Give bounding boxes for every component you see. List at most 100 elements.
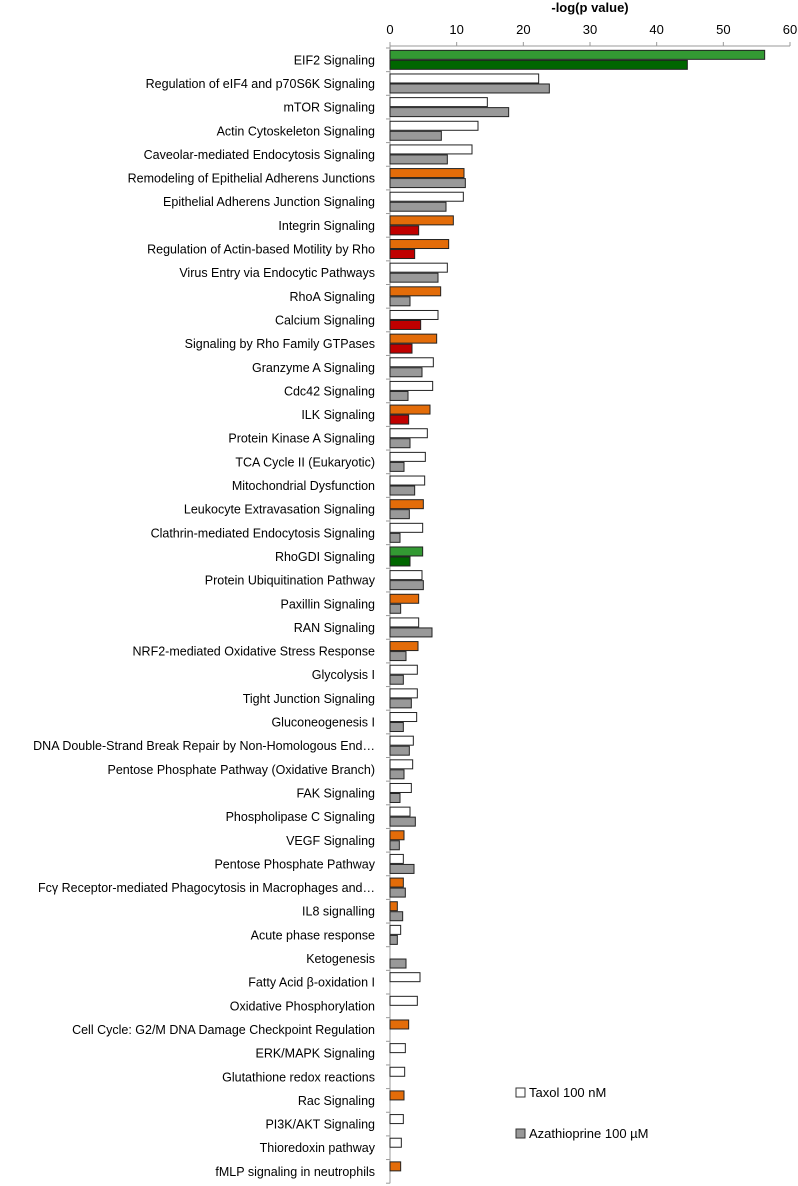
bar-azathioprine — [389, 485, 416, 496]
category-label: IL8 signalling — [302, 905, 375, 919]
x-tick-label: 50 — [716, 22, 730, 37]
category-label: EIF2 Signaling — [294, 53, 375, 67]
bar-taxol — [389, 73, 540, 84]
category-label: Ketogenesis — [306, 952, 375, 966]
category-label: RhoA Signaling — [290, 290, 376, 304]
category-label: NRF2-mediated Oxidative Stress Response — [133, 645, 376, 659]
category-label: PI3K/AKT Signaling — [265, 1118, 375, 1132]
category-label: Fcγ Receptor-mediated Phagocytosis in Ma… — [38, 881, 375, 895]
category-label: Paxillin Signaling — [280, 597, 375, 611]
category-label: Thioredoxin pathway — [260, 1141, 376, 1155]
x-axis-title: -log(p value) — [551, 0, 628, 15]
category-label: Protein Ubiquitination Pathway — [205, 574, 376, 588]
bar-taxol — [389, 806, 411, 817]
bar-taxol — [389, 144, 473, 155]
bar-taxol — [389, 191, 464, 202]
bar-taxol — [389, 1019, 410, 1030]
category-label: Mitochondrial Dysfunction — [232, 479, 375, 493]
bar-azathioprine — [389, 178, 466, 189]
bar-taxol — [389, 262, 448, 273]
bar-azathioprine — [389, 319, 422, 330]
category-label: Virus Entry via Endocytic Pathways — [179, 266, 375, 280]
category-label: VEGF Signaling — [286, 834, 375, 848]
bar-azathioprine — [389, 816, 416, 827]
category-label: Signaling by Rho Family GTPases — [185, 337, 375, 351]
bar-taxol — [389, 688, 418, 699]
bar-taxol — [389, 333, 438, 344]
bar-taxol — [389, 972, 421, 983]
bar-azathioprine — [389, 745, 410, 756]
category-label: DNA Double-Strand Break Repair by Non-Ho… — [33, 739, 375, 753]
bar-azathioprine — [389, 438, 411, 449]
bar-azathioprine — [389, 958, 407, 969]
category-label: Tight Junction Signaling — [243, 692, 375, 706]
bar-azathioprine — [389, 651, 407, 662]
bar-azathioprine — [389, 201, 447, 212]
bar-azathioprine — [389, 698, 412, 709]
x-axis: 0 10 20 30 40 50 60 — [386, 22, 797, 47]
bar-azathioprine — [389, 934, 398, 945]
category-label: Clathrin-mediated Endocytosis Signaling — [151, 526, 375, 540]
bar-azathioprine — [389, 532, 401, 543]
bar-azathioprine — [389, 367, 423, 378]
bar-taxol — [389, 499, 424, 510]
bar-azathioprine — [389, 249, 416, 260]
bar-taxol — [389, 853, 404, 864]
y-axis — [386, 46, 391, 1184]
legend-swatch-azathioprine — [515, 1128, 526, 1139]
bar-taxol — [389, 428, 428, 439]
category-label: mTOR Signaling — [284, 101, 376, 115]
bar-taxol — [389, 901, 398, 912]
bar-taxol — [389, 215, 454, 226]
category-label: Actin Cytoskeleton Signaling — [217, 124, 375, 138]
category-labels: EIF2 Signaling Regulation of eIF4 and p70… — [33, 53, 376, 1179]
bar-azathioprine — [389, 343, 413, 354]
category-label: fMLP signaling in neutrophils — [215, 1165, 375, 1179]
category-label: Oxidative Phosphorylation — [230, 999, 375, 1013]
x-tick-label: 20 — [516, 22, 530, 37]
x-tick-label: 30 — [583, 22, 597, 37]
bar-taxol — [389, 877, 404, 888]
bar-azathioprine — [389, 556, 411, 567]
x-tick-label: 40 — [649, 22, 663, 37]
bar-azathioprine — [389, 390, 409, 401]
bar-azathioprine — [389, 863, 415, 874]
bar-taxol — [389, 712, 418, 723]
category-label: Cdc42 Signaling — [284, 384, 375, 398]
bar-taxol — [389, 1066, 406, 1077]
bar-azathioprine — [389, 154, 448, 165]
bar-taxol — [389, 97, 488, 108]
bar-azathioprine — [389, 130, 442, 141]
bar-azathioprine — [389, 603, 402, 614]
bar-taxol — [389, 617, 420, 628]
bar-taxol — [389, 570, 423, 581]
category-label: RAN Signaling — [294, 621, 375, 635]
bar-taxol — [389, 451, 426, 462]
bar-azathioprine — [389, 509, 410, 520]
bar-taxol — [389, 995, 418, 1006]
x-tick-label: 10 — [449, 22, 463, 37]
bar-taxol — [389, 641, 419, 652]
bar-taxol — [389, 782, 412, 793]
bar-taxol — [389, 1161, 402, 1172]
bar-taxol — [389, 664, 418, 675]
legend-label-azathioprine: Azathioprine 100 µM — [529, 1126, 649, 1141]
bar-taxol — [389, 1043, 406, 1054]
bar-taxol — [389, 924, 402, 935]
category-label: Pentose Phosphate Pathway (Oxidative Bra… — [107, 763, 375, 777]
category-label: Epithelial Adherens Junction Signaling — [163, 195, 375, 209]
category-label: FAK Signaling — [296, 786, 375, 800]
bar-taxol — [389, 357, 434, 368]
bar-azathioprine — [389, 225, 420, 236]
legend-label-taxol: Taxol 100 nM — [529, 1085, 606, 1100]
bar-azathioprine — [389, 107, 510, 118]
x-tick-label: 0 — [386, 22, 393, 37]
bar-taxol — [389, 759, 414, 770]
category-label: RhoGDI Signaling — [275, 550, 375, 564]
bar-taxol — [389, 168, 465, 179]
category-label: Rac Signaling — [298, 1094, 375, 1108]
bar-azathioprine — [389, 792, 401, 803]
category-label: ERK/MAPK Signaling — [255, 1047, 375, 1061]
bar-taxol — [389, 120, 479, 131]
category-label: ILK Signaling — [301, 408, 375, 422]
